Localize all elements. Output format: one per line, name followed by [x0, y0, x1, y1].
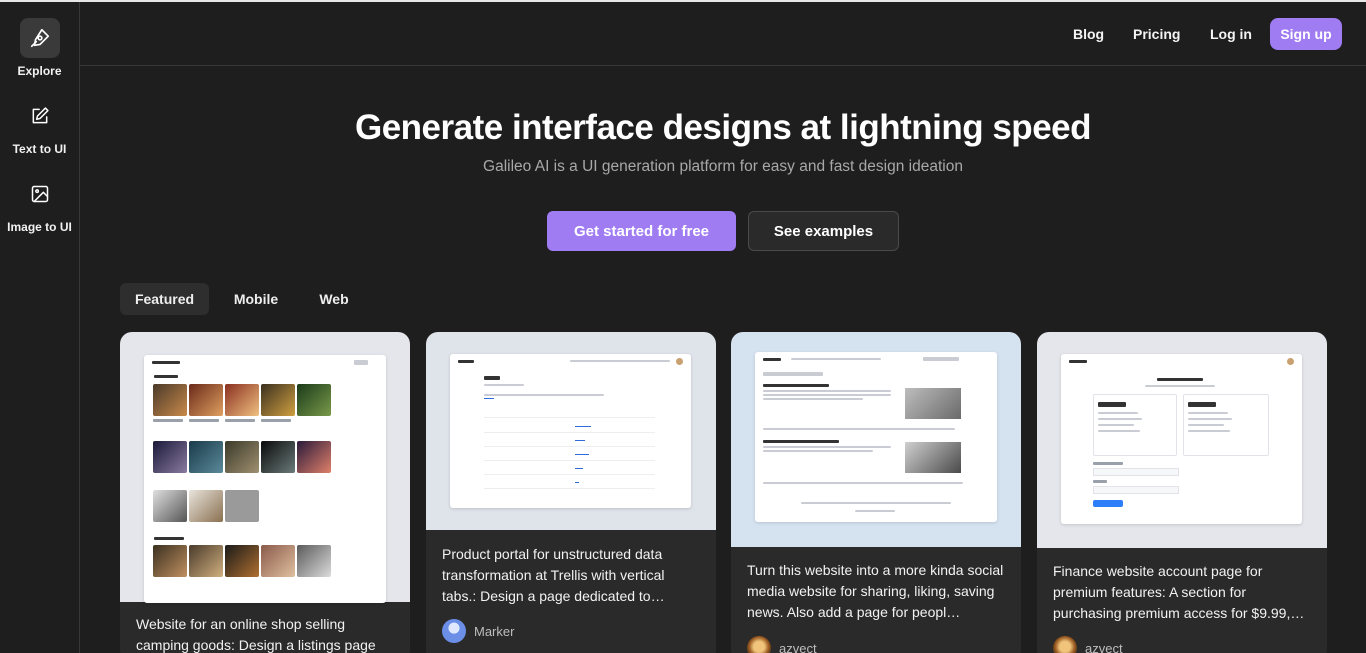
design-preview: [120, 332, 410, 603]
nav-login-link[interactable]: Log in: [1210, 26, 1252, 42]
get-started-button[interactable]: Get started for free: [547, 211, 736, 251]
avatar: [442, 619, 466, 643]
card-caption: Finance website account page for premium…: [1053, 563, 1305, 621]
example-card[interactable]: Finance website account page for premium…: [1037, 332, 1327, 653]
author-name: azvect: [1085, 640, 1123, 653]
author-name: azvect: [779, 640, 817, 653]
sidebar-item-label: Image to UI: [7, 220, 72, 234]
card-caption: Product portal for unstructured data tra…: [442, 546, 665, 604]
card-caption: Turn this website into a more kinda soci…: [747, 562, 1004, 620]
nav-pricing-link[interactable]: Pricing: [1133, 26, 1180, 42]
tab-web[interactable]: Web: [305, 283, 363, 315]
hero-title: Generate interface designs at lightning …: [354, 108, 1092, 147]
card-caption: Website for an online shop selling campi…: [136, 616, 376, 653]
nav-blog-link[interactable]: Blog: [1073, 26, 1104, 42]
card-author[interactable]: azvect: [1053, 636, 1123, 653]
tab-mobile[interactable]: Mobile: [219, 283, 293, 315]
sidebar-item-explore[interactable]: Explore: [0, 18, 79, 78]
sidebar-item-label: Explore: [17, 64, 62, 78]
edit-icon: [20, 96, 60, 136]
card-author[interactable]: azvect: [747, 636, 817, 653]
sidebar: Explore Text to UI Image to UI: [0, 2, 80, 653]
example-card[interactable]: Product portal for unstructured data tra…: [426, 332, 716, 653]
avatar: [1053, 636, 1077, 653]
example-card[interactable]: Turn this website into a more kinda soci…: [731, 332, 1021, 653]
image-icon: [20, 174, 60, 214]
tab-featured[interactable]: Featured: [120, 283, 209, 315]
author-name: Marker: [474, 623, 515, 639]
sidebar-item-image-to-ui[interactable]: Image to UI: [0, 174, 79, 234]
card-author[interactable]: Marker: [442, 619, 514, 643]
pen-nib-icon: [19, 18, 60, 58]
sidebar-item-text-to-ui[interactable]: Text to UI: [0, 96, 79, 156]
example-card[interactable]: Website for an online shop selling campi…: [120, 332, 410, 653]
see-examples-button[interactable]: See examples: [748, 211, 899, 251]
design-preview: [1037, 332, 1327, 548]
design-preview: [731, 332, 1021, 547]
hero-subtitle: Galileo AI is a UI generation platform f…: [483, 158, 963, 175]
top-nav: Blog Pricing Log in Sign up: [80, 2, 1366, 66]
signup-button[interactable]: Sign up: [1270, 18, 1342, 50]
avatar: [747, 636, 771, 653]
sidebar-item-label: Text to UI: [12, 142, 67, 156]
design-preview: [426, 332, 716, 530]
